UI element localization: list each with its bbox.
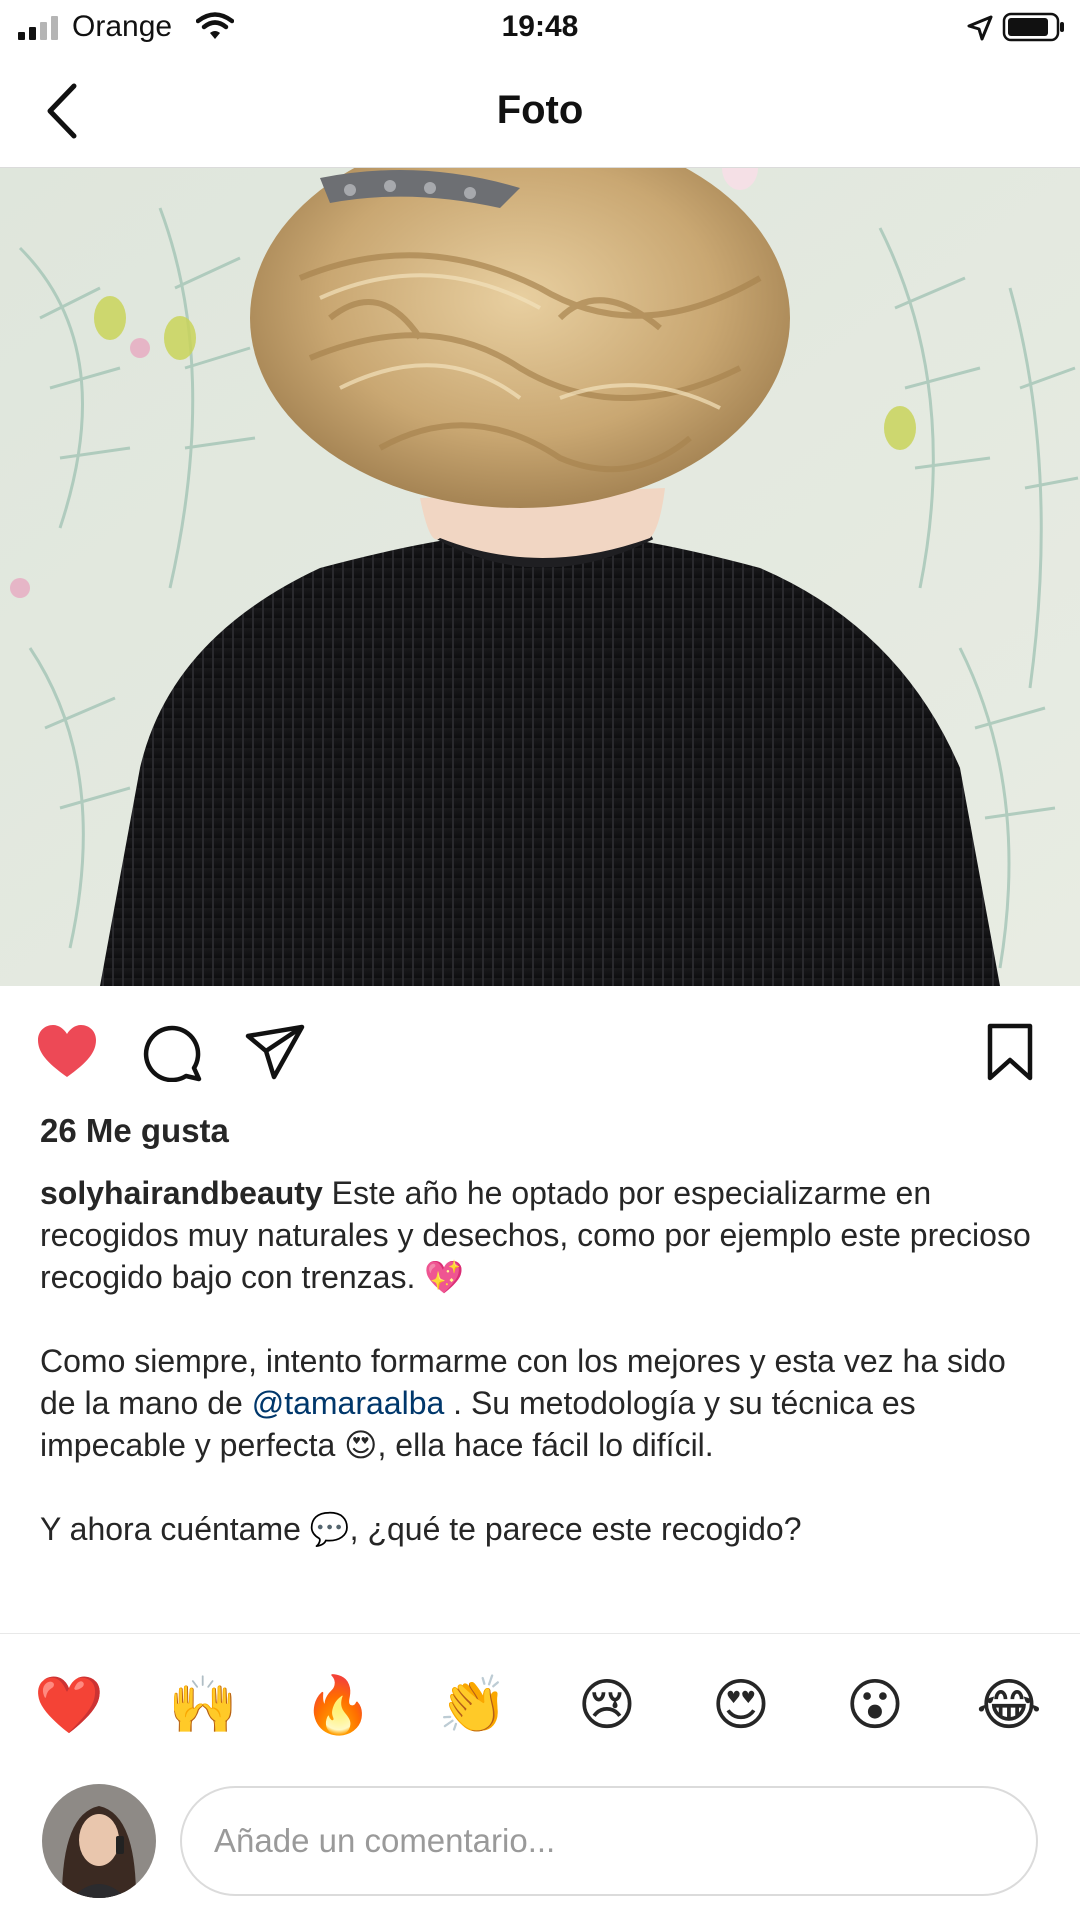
top-nav-bar: Foto xyxy=(0,56,1080,168)
caption-paragraph: solyhairandbeauty Este año he optado por… xyxy=(40,1172,1050,1298)
post-username[interactable]: solyhairandbeauty xyxy=(40,1175,323,1211)
comment-input[interactable] xyxy=(182,1788,1036,1894)
post-photo[interactable] xyxy=(0,168,1080,986)
reaction-crying[interactable]: 😢 xyxy=(572,1670,642,1740)
reaction-fire[interactable]: 🔥 xyxy=(303,1670,373,1740)
reaction-raised-hands[interactable]: 🙌 xyxy=(168,1670,238,1740)
reaction-clap[interactable]: 👏 xyxy=(438,1670,508,1740)
post-caption: solyhairandbeauty Este año he optado por… xyxy=(40,1172,1050,1550)
reaction-laughing[interactable]: 😂 xyxy=(974,1670,1044,1740)
caption-paragraph: Y ahora cuéntame 💬, ¿qué te parece este … xyxy=(40,1508,1050,1550)
post-actions xyxy=(0,1008,1080,1092)
status-bar: Orange 19:48 xyxy=(0,0,1080,56)
reaction-heart-eyes[interactable]: 😍 xyxy=(706,1670,776,1740)
battery-icon xyxy=(1002,12,1064,42)
divider xyxy=(0,1633,1080,1634)
reaction-heart[interactable]: ❤️ xyxy=(34,1670,104,1740)
caption-paragraph: Como siempre, intento formarme con los m… xyxy=(40,1340,1050,1466)
heart-icon[interactable] xyxy=(36,1022,98,1082)
like-count[interactable]: 26 Me gusta xyxy=(40,1112,229,1150)
caption-text: Y ahora cuéntame 💬, ¿qué te parece este … xyxy=(40,1511,802,1547)
comment-field[interactable] xyxy=(180,1786,1038,1896)
bookmark-icon[interactable] xyxy=(980,1022,1040,1082)
photo-illustration xyxy=(0,168,1080,986)
page-title: Foto xyxy=(496,88,584,132)
mention-link[interactable]: @tamaraalba xyxy=(252,1385,445,1421)
avatar xyxy=(42,1784,156,1898)
share-icon[interactable] xyxy=(244,1022,306,1082)
location-arrow-icon xyxy=(967,15,993,41)
reaction-surprised[interactable]: 😮 xyxy=(840,1670,910,1740)
comment-icon[interactable] xyxy=(142,1022,204,1082)
status-time: 19:48 xyxy=(501,10,579,43)
quick-reactions: ❤️ 🙌 🔥 👏 😢 😍 😮 😂 xyxy=(0,1670,1080,1740)
